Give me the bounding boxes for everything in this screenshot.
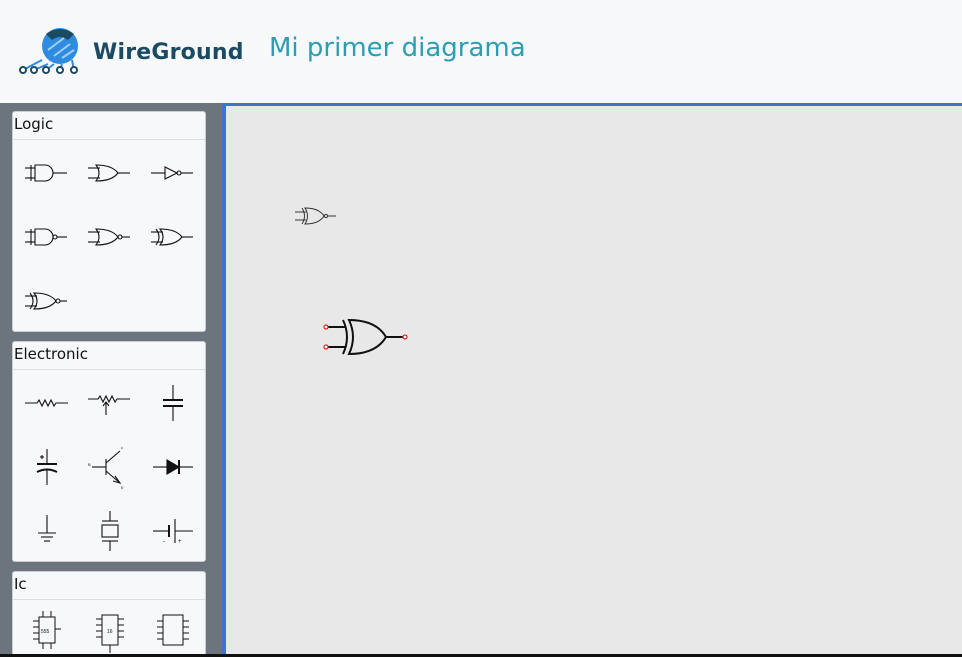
svg-text:B: B (88, 462, 91, 467)
panel-title-electronic: Electronic (13, 342, 205, 370)
diode-icon[interactable] (145, 439, 201, 495)
resistor-icon[interactable] (19, 375, 75, 431)
svg-text:555: 555 (41, 629, 50, 635)
input-connector-b (323, 344, 329, 350)
svg-text:E: E (121, 485, 124, 490)
or-gate-icon[interactable] (82, 145, 138, 201)
potentiometer-icon[interactable] (82, 375, 138, 431)
ground-icon[interactable] (19, 503, 75, 559)
crystal-icon[interactable] (82, 503, 138, 559)
panel-ic: Ic 555 16 (12, 571, 206, 657)
app-header: WireGround Mi primer diagrama (0, 0, 962, 103)
ic-8-pin-icon[interactable] (145, 603, 201, 657)
xor-gate-icon[interactable] (145, 209, 201, 265)
diagram-title[interactable]: Mi primer diagrama (269, 33, 526, 63)
panel-title-logic: Logic (13, 112, 205, 140)
xnor-gate-icon[interactable] (19, 273, 75, 329)
diagram-canvas[interactable] (222, 103, 962, 657)
nand-gate-icon[interactable] (19, 209, 75, 265)
panel-electronic: Electronic c B E - + (12, 341, 206, 562)
xnor-gate-small[interactable] (295, 207, 336, 225)
battery-icon[interactable]: - + (145, 503, 201, 559)
input-connector-a (323, 324, 329, 330)
not-gate-icon[interactable] (145, 145, 201, 201)
panel-logic: Logic (12, 111, 206, 332)
svg-text:16: 16 (107, 629, 113, 635)
polarized-capacitor-icon[interactable] (19, 439, 75, 495)
xor-gate-selected[interactable] (323, 318, 408, 356)
component-sidebar[interactable]: Logic Electronic c B E - + Ic 555 16 (0, 103, 222, 657)
capacitor-icon[interactable] (145, 375, 201, 431)
ic-16-pin-icon[interactable]: 16 (82, 603, 138, 657)
transistor-icon[interactable]: c B E (82, 439, 138, 495)
ic-555-icon[interactable]: 555 (19, 603, 75, 657)
output-connector (402, 334, 408, 340)
svg-text:c: c (121, 445, 123, 450)
svg-text:-: - (163, 539, 165, 545)
panel-title-ic: Ic (13, 572, 205, 600)
circuit-brain-icon (19, 28, 78, 74)
brand-name: WireGround (93, 40, 244, 65)
nor-gate-icon[interactable] (82, 209, 138, 265)
svg-text:+: + (178, 539, 182, 545)
and-gate-icon[interactable] (19, 145, 75, 201)
